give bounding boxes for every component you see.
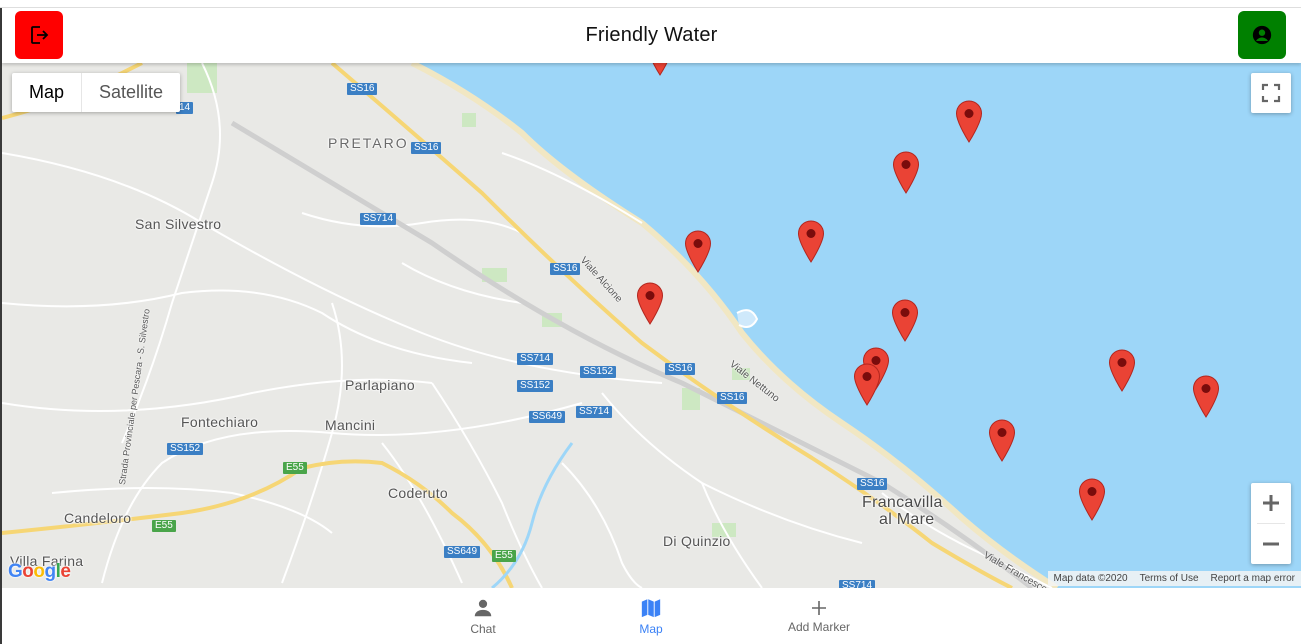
google-logo[interactable]: Google [8,561,71,583]
map-marker[interactable] [955,100,983,143]
minus-icon [1263,542,1279,546]
map-base-layer [2,63,1301,588]
road-label: SS649 [529,411,566,423]
map-pin-icon [636,282,664,325]
map-pin-icon [892,151,920,194]
map-marker[interactable] [684,230,712,273]
road-label: SS16 [857,478,888,490]
plus-icon [1263,495,1279,511]
map-marker[interactable] [853,363,881,406]
map-type-map-button[interactable]: Map [12,73,83,112]
map-pin-icon [891,299,919,342]
map-icon [641,598,661,617]
top-strip [0,0,1301,8]
map-marker[interactable] [1078,478,1106,521]
nav-map[interactable]: Map [601,588,701,644]
map-data-text: Map data ©2020 [1047,571,1134,586]
map-pin-icon [684,230,712,273]
map-view[interactable]: PRETARO San Silvestro Parlapiano Fontech… [2,63,1301,588]
nav-add-marker-label: Add Marker [787,619,851,634]
road-label: SS16 [347,83,378,95]
map-marker[interactable] [892,151,920,194]
nav-chat-label: Chat [470,621,496,636]
map-marker[interactable] [891,299,919,342]
page-title: Friendly Water [585,24,718,46]
road-label: SS714 [839,580,876,588]
map-marker[interactable] [988,419,1016,462]
place-parlapiano: Parlapiano [345,377,415,393]
road-label: E55 [283,462,307,474]
place-san-silvestro: San Silvestro [135,216,222,232]
road-label: SS649 [444,546,481,558]
nav-chat[interactable]: Chat [433,588,533,644]
report-error-link[interactable]: Report a map error [1204,571,1301,586]
map-type-satellite-button[interactable]: Satellite [82,73,180,112]
road-label: SS16 [411,142,442,154]
place-fontechiaro: Fontechiaro [181,414,259,430]
map-pin-icon [988,419,1016,462]
bottom-navigation: Chat Map Add Marker [2,588,1301,644]
profile-button[interactable] [1238,11,1286,59]
nav-add-marker[interactable]: Add Marker [769,588,869,644]
account-circle-icon [1252,25,1272,45]
map-pin-icon [797,220,825,263]
map-pin-icon [955,100,983,143]
map-pin-icon [1108,349,1136,392]
person-icon [474,599,492,616]
place-pretaro: PRETARO [328,135,409,151]
road-label: SS714 [360,213,397,225]
road-label: SS152 [580,366,617,378]
nav-map-label: Map [639,621,663,636]
map-marker[interactable] [797,220,825,263]
plus-icon [812,600,826,615]
map-marker[interactable] [636,282,664,325]
road-label: SS16 [717,392,748,404]
map-marker[interactable] [1192,375,1220,418]
map-attribution: Map data ©2020 Terms of Use Report a map… [1047,571,1301,586]
road-label: SS16 [550,263,581,275]
road-label: SS714 [517,353,554,365]
place-al-mare: al Mare [879,511,935,528]
road-label: SS16 [665,363,696,375]
zoom-control [1251,483,1291,564]
zoom-in-button[interactable] [1251,483,1291,523]
app-header: Friendly Water [2,8,1301,63]
terms-link[interactable]: Terms of Use [1133,571,1205,586]
map-pin-icon [652,63,668,76]
fullscreen-icon [1261,83,1281,103]
place-coderuto: Coderuto [388,485,448,501]
road-label: E55 [492,550,516,562]
place-francavilla: Francavilla [862,494,943,511]
road-label: SS714 [576,406,613,418]
map-marker[interactable] [646,63,674,76]
map-pin-icon [853,363,881,406]
place-mancini: Mancini [325,417,376,433]
map-pin-icon [1078,478,1106,521]
map-type-control: Map Satellite [12,73,181,112]
place-candeloro: Candeloro [64,510,132,526]
map-pin-icon [1192,375,1220,418]
fullscreen-button[interactable] [1251,73,1291,113]
zoom-out-button[interactable] [1251,524,1291,564]
map-marker[interactable] [1108,349,1136,392]
road-label: SS152 [517,380,554,392]
road-label: SS152 [167,443,204,455]
place-di-quinzio: Di Quinzio [663,533,731,549]
road-label: E55 [152,520,176,532]
